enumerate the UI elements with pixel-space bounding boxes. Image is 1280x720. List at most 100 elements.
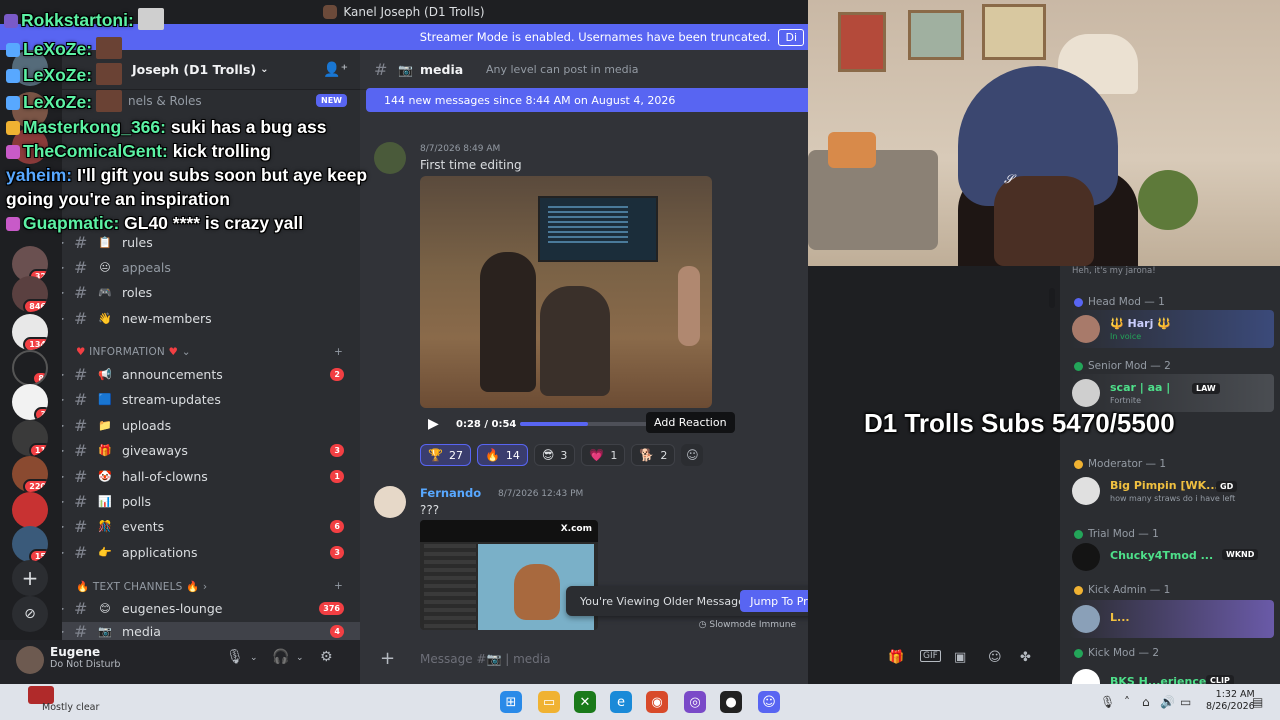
server-icon-3[interactable] [12, 128, 48, 164]
member-item[interactable]: scar | aa | LAW Fortnite [1070, 374, 1274, 412]
member-item[interactable]: Big Pimpin [WK... GD how many straws do … [1070, 472, 1274, 510]
avatar[interactable] [374, 486, 406, 518]
message-input[interactable]: Message #📷 | media [420, 652, 550, 666]
gift-icon-btn[interactable]: 🎁 [888, 650, 904, 665]
member-item[interactable]: Chucky4Tmod ... WKND [1070, 538, 1274, 576]
channel-emoji: 📁 [98, 418, 112, 432]
server-icon-1[interactable] [12, 50, 48, 86]
add-channel-icon[interactable]: + [334, 580, 343, 592]
gif-picker-icon[interactable]: GIF [920, 650, 941, 662]
channel-item[interactable]: ▶ # 📁 uploads [62, 413, 360, 437]
member-item[interactable]: BKS H...erience CLIP [1070, 664, 1274, 684]
channel-item[interactable]: ▶ # 😊 eugenes-lounge 376 [62, 596, 360, 620]
upload-plus-icon[interactable]: + [380, 648, 395, 669]
avatar[interactable] [374, 142, 406, 174]
channel-name: applications [122, 544, 198, 560]
server-icon-10[interactable]: 220 [12, 456, 48, 492]
sticker-picker-icon[interactable]: ▣ [954, 650, 966, 665]
server-icon-8[interactable]: 3 [12, 384, 48, 420]
invite-people-icon[interactable]: 👤⁺ [323, 62, 348, 78]
server-icon-9[interactable]: 11 [12, 420, 48, 456]
channel-item[interactable]: ▶ # 😐 appeals [62, 255, 360, 279]
unread-badge: 4 [330, 624, 344, 638]
chevron-right-icon: ▶ [62, 604, 64, 613]
file-explorer-icon[interactable]: ▭ [538, 691, 560, 713]
discover-icon[interactable]: ⊘ [12, 596, 48, 632]
microphone-icon[interactable]: 🎙 [1100, 695, 1115, 709]
obs-icon[interactable]: ◎ [684, 691, 706, 713]
weather-text[interactable]: Mostly clear [42, 702, 99, 713]
xbox-icon[interactable]: ✕ [574, 691, 596, 713]
emoji-picker-icon[interactable]: ☺ [988, 650, 1002, 665]
add-reaction-icon[interactable]: ☺ [681, 444, 704, 466]
channel-item[interactable]: ▶ # 📊 polls [62, 489, 360, 513]
channel-item[interactable]: ▶ # 📢 announcements 2 [62, 362, 360, 386]
video-progress-bar[interactable] [520, 422, 650, 426]
server-header[interactable]: Joseph (D1 Trolls) ⌄ 👤⁺ [62, 50, 360, 90]
member-item[interactable]: L... [1070, 600, 1274, 638]
server-icon-2[interactable] [12, 92, 48, 128]
avatar[interactable] [16, 646, 44, 674]
channel-name: stream-updates [122, 391, 221, 407]
channel-emoji: 🎊 [98, 519, 112, 533]
category-information[interactable]: ♥ INFORMATION ♥ ⌄ + [76, 346, 343, 358]
taskbar: Mostly clear ⊞ ▭ ✕ e ◉ ◎ ● ☺ 🎙 ˄ ⌂ 🔊 ▭ 1… [0, 684, 1280, 720]
channel-item[interactable]: ▶ # 🎁 giveaways 3 [62, 438, 360, 462]
channel-item[interactable]: ▶ # 👉 applications 3 [62, 540, 360, 564]
category-text-channels[interactable]: 🔥 TEXT CHANNELS 🔥 › + [76, 580, 343, 593]
member-item[interactable]: 🔱 Harj 🔱 In voice [1070, 310, 1274, 348]
reaction-chip[interactable]: 🏆 27 [420, 444, 471, 466]
chrome-icon[interactable]: ◉ [646, 691, 668, 713]
app-icon[interactable]: ● [720, 691, 742, 713]
channel-emoji: 🎮 [98, 285, 112, 299]
server-icon-5[interactable]: 846 [12, 276, 48, 312]
video-attachment[interactable] [420, 176, 712, 408]
channel-item-active[interactable]: ▶ # 📷 media 4 [62, 622, 360, 640]
server-icon-11[interactable] [12, 492, 48, 528]
channel-item[interactable]: ▶ # 👋 new-members [62, 306, 360, 330]
channel-item[interactable]: ▶ # 📋 rules [62, 230, 360, 254]
start-icon[interactable]: ⊞ [500, 691, 522, 713]
jump-to-present-button[interactable]: Jump To Present [740, 590, 808, 612]
apps-grid-icon[interactable]: ✤ [1020, 650, 1031, 665]
battery-icon[interactable]: ▭ [1180, 695, 1191, 709]
disable-streamer-mode-button[interactable]: Di [778, 28, 804, 46]
channel-item[interactable]: ▶ # 🎊 events 6 [62, 514, 360, 538]
channel-item[interactable]: ▶ # 🎮 roles [62, 280, 360, 304]
channel-name: eugenes-lounge [122, 600, 223, 616]
add-channel-icon[interactable]: + [334, 346, 343, 358]
chevron-down-icon[interactable]: ⌄ [250, 653, 258, 663]
channel-item[interactable]: ▶ # 🤡 hall-of-clowns 1 [62, 464, 360, 488]
volume-icon[interactable]: 🔊 [1160, 695, 1175, 709]
microphone-icon[interactable]: 🎙 [226, 649, 244, 665]
reaction-chip[interactable]: 🔥 14 [476, 444, 528, 466]
channel-emoji: 👋 [98, 311, 112, 325]
network-icon[interactable]: ⌂ [1142, 695, 1150, 709]
server-icon-12[interactable]: 15 [12, 526, 48, 562]
edge-icon[interactable]: e [610, 691, 632, 713]
headphones-icon[interactable]: 🎧 [272, 649, 289, 665]
add-server-icon[interactable]: + [12, 560, 48, 596]
chevron-up-icon[interactable]: ˄ [1124, 695, 1130, 709]
chevron-right-icon: ▶ [62, 421, 64, 430]
pillow [828, 132, 876, 168]
channel-emoji: 🎁 [98, 443, 112, 457]
server-icon-6[interactable]: 134 [12, 314, 48, 350]
notification-icon[interactable]: ▤ [1252, 695, 1263, 709]
reaction-chip[interactable]: 😎 3 [533, 444, 576, 466]
clock[interactable]: 1:32 AM 8/26/2026 [1206, 689, 1255, 713]
new-messages-bar[interactable]: 144 new messages since 8:44 AM on August… [366, 88, 808, 112]
channels-roles-link[interactable]: nels & Roles NEW [128, 94, 347, 108]
message-author[interactable]: Fernando [420, 486, 481, 500]
reaction-chip[interactable]: 💗 1 [581, 444, 626, 466]
reaction-chip[interactable]: 🐕 2 [631, 444, 676, 466]
scrollbar-thumb[interactable] [1049, 288, 1055, 308]
member-tag: LAW [1192, 383, 1220, 394]
chevron-down-icon[interactable]: ⌄ [296, 653, 304, 663]
play-icon[interactable]: ▶ [428, 416, 439, 432]
server-icon-7[interactable]: 8 [12, 350, 48, 386]
mention-badge: 846 [23, 299, 48, 312]
channel-item[interactable]: ▶ # 🟦 stream-updates [62, 387, 360, 411]
gear-icon[interactable]: ⚙ [320, 649, 333, 665]
discord-icon[interactable]: ☺ [758, 691, 780, 713]
